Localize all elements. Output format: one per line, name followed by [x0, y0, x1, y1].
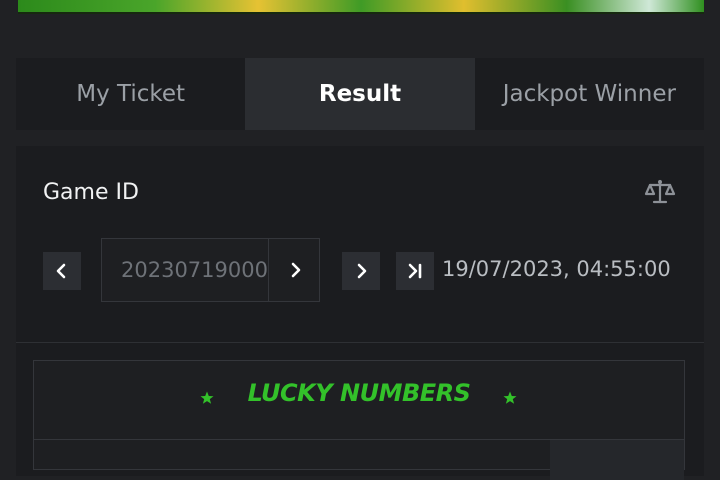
- result-panel: Game ID 19/07/20: [16, 146, 704, 480]
- game-datetime: 19/07/2023, 04:55:00: [442, 257, 671, 281]
- game-id-go-button[interactable]: [268, 239, 321, 301]
- balance-scale-icon[interactable]: [644, 176, 676, 208]
- game-id-label: Game ID: [43, 180, 139, 205]
- lucky-numbers-box: LUCKY NUMBERS: [33, 360, 685, 480]
- tab-my-ticket[interactable]: My Ticket: [16, 58, 245, 130]
- game-id-input[interactable]: [102, 239, 268, 301]
- lucky-number-cell: [550, 440, 684, 480]
- next-game-button[interactable]: [342, 252, 380, 290]
- chevron-left-icon: [56, 263, 66, 279]
- skip-to-last-icon: [408, 263, 422, 279]
- top-banner-image: [18, 0, 704, 14]
- tab-jackpot-winner[interactable]: Jackpot Winner: [475, 58, 704, 130]
- game-id-field: [101, 238, 320, 302]
- tab-result[interactable]: Result: [245, 58, 475, 130]
- star-icon: [503, 391, 517, 404]
- lucky-numbers-title: LUCKY NUMBERS: [247, 379, 471, 407]
- prev-game-button[interactable]: [43, 252, 81, 290]
- chevron-right-icon: [291, 262, 301, 278]
- result-tabs: My Ticket Result Jackpot Winner: [16, 58, 704, 130]
- chevron-right-icon: [357, 263, 367, 279]
- last-game-button[interactable]: [396, 252, 434, 290]
- section-divider: [16, 342, 704, 343]
